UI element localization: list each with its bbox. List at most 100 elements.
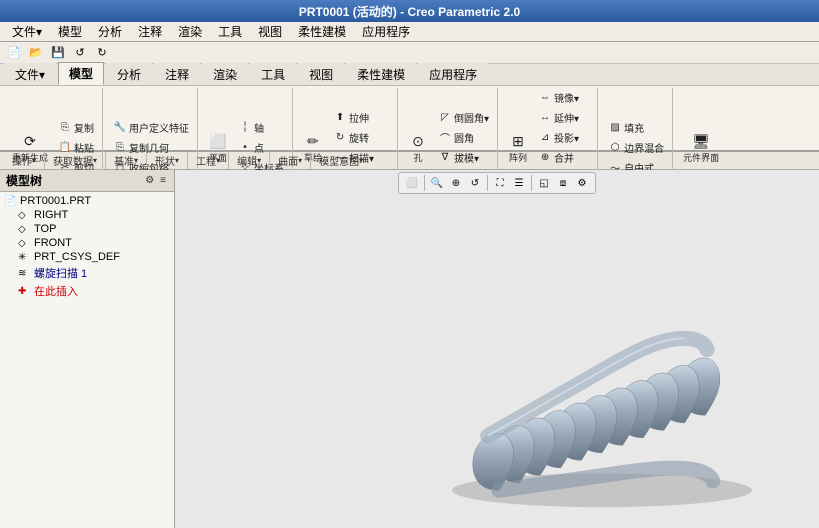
resize-button[interactable]: ↔ 延伸▾ [534, 108, 593, 127]
menu-item-[interactable]: 文件▾ [4, 21, 50, 42]
round-label: 圆角 [454, 130, 474, 145]
section-model-intent[interactable]: 模型意图 [311, 152, 371, 169]
revolve-label: 旋转 [349, 130, 369, 145]
tree-item-6[interactable]: ✚在此插入 [0, 282, 174, 300]
spring-svg [255, 189, 799, 528]
mirror-button[interactable]: ⇔ 镜像▾ [534, 88, 593, 107]
ribbon-tab-5[interactable]: 工具 [250, 63, 296, 85]
viewport[interactable]: ⬜ 🔍 ⊕ ↺ ⛶ ☰ ◱ ⧈ ⚙ [175, 170, 819, 528]
hole-label: 孔 [414, 151, 423, 164]
ribbon-tab-8[interactable]: 应用程序 [418, 63, 488, 85]
plane-icon: ⬜ [208, 131, 228, 151]
boundary-label: 边界混合 [624, 140, 664, 155]
pattern-button[interactable]: ⊞ 阵列 [504, 128, 532, 167]
mirror-label: 镜像▾ [554, 90, 579, 105]
qa-redo-icon[interactable]: ↻ [92, 44, 112, 62]
regenerate-icon: ⟳ [20, 131, 40, 151]
pattern-label: 阵列 [509, 151, 527, 164]
qa-undo-icon[interactable]: ↺ [70, 44, 90, 62]
revolve-icon: ↻ [333, 131, 347, 145]
title-bar: PRT0001 (活动的) - Creo Parametric 2.0 [0, 0, 819, 22]
tree-label-1: RIGHT [34, 209, 68, 221]
sidebar-header: 模型树 ⚙ ≡ [0, 170, 174, 192]
resize-label: 延伸▾ [554, 110, 579, 125]
ribbon-tabs: 文件▾模型分析注释渲染工具视图柔性建模应用程序 [0, 64, 819, 86]
menu-item-[interactable]: 渲染 [170, 21, 210, 42]
tree-label-0: PRT0001.PRT [20, 195, 91, 207]
ribbon-tab-4[interactable]: 渲染 [202, 63, 248, 85]
sidebar-menu-icon[interactable]: ≡ [158, 175, 168, 186]
user-defined-label: 用户定义特征 [129, 120, 189, 135]
ribbon-tab-6[interactable]: 视图 [298, 63, 344, 85]
section-shape[interactable]: 形状 [147, 152, 188, 169]
tree-label-3: FRONT [34, 237, 72, 249]
ribbon: 文件▾模型分析注释渲染工具视图柔性建模应用程序 ⟳ 重新生成 ⎘ 复制 📋 粘贴 [0, 64, 819, 152]
tree-item-1[interactable]: ◇RIGHT [0, 208, 174, 222]
project-icon: ⊿ [538, 131, 552, 145]
hole-button[interactable]: ⊙ 孔 [404, 128, 432, 167]
tree-icon-datum: ◇ [18, 224, 32, 235]
section-operations[interactable]: 操作 [4, 152, 45, 169]
section-datum[interactable]: 基准 [106, 152, 147, 169]
menu-item-[interactable]: 视图 [250, 21, 290, 42]
qa-new-icon[interactable]: 📄 [4, 44, 24, 62]
draft-button[interactable]: ∇ 拔模▾ [434, 148, 493, 167]
sidebar-title: 模型树 [6, 172, 42, 189]
section-surface[interactable]: 曲面 [270, 152, 311, 169]
model-view-button[interactable]: 🖥 元件界面 [679, 128, 723, 167]
user-defined-button[interactable]: 🔧 用户定义特征 [109, 118, 193, 137]
revolve-button[interactable]: ↻ 旋转 [329, 128, 393, 147]
menu-item-[interactable]: 分析 [90, 21, 130, 42]
tree-icon-datum: ◇ [18, 238, 32, 249]
sidebar-settings-icon[interactable]: ⚙ [143, 175, 156, 186]
tree-icon-datum: ◇ [18, 210, 32, 221]
copy-button[interactable]: ⎘ 复制 [54, 118, 98, 137]
chamfer-button[interactable]: ◸ 倒圆角▾ [434, 108, 493, 127]
ribbon-tab-7[interactable]: 柔性建模 [346, 63, 416, 85]
qa-save-icon[interactable]: 💾 [48, 44, 68, 62]
ribbon-tab-2[interactable]: 分析 [106, 63, 152, 85]
section-edit[interactable]: 编辑 [229, 152, 270, 169]
merge-button[interactable]: ⊕ 合并 [534, 148, 593, 167]
tree-label-5: 螺旋扫描 1 [34, 265, 87, 281]
menu-item-[interactable]: 应用程序 [354, 21, 418, 42]
tree-item-0[interactable]: 📄PRT0001.PRT [0, 194, 174, 208]
project-button[interactable]: ⊿ 投影▾ [534, 128, 593, 147]
model-view-label: 元件界面 [683, 151, 719, 164]
tree-item-3[interactable]: ◇FRONT [0, 236, 174, 250]
sidebar-toolbar: ⚙ ≡ [143, 175, 168, 186]
extrude-icon: ⬆ [333, 111, 347, 125]
extrude-button[interactable]: ⬆ 拉伸 [329, 108, 393, 127]
draft-label: 拔模▾ [454, 150, 479, 165]
boundary-button[interactable]: ⬡ 边界混合 [604, 138, 668, 157]
model-tree: 📄PRT0001.PRT◇RIGHT◇TOP◇FRONT✳PRT_CSYS_DE… [0, 192, 174, 528]
tree-item-4[interactable]: ✳PRT_CSYS_DEF [0, 250, 174, 264]
sidebar: 模型树 ⚙ ≡ 📄PRT0001.PRT◇RIGHT◇TOP◇FRONT✳PRT… [0, 170, 175, 528]
menu-item-[interactable]: 工具 [210, 21, 250, 42]
menu-item-[interactable]: 注释 [130, 21, 170, 42]
ribbon-tab-3[interactable]: 注释 [154, 63, 200, 85]
fill-icon: ▨ [608, 121, 622, 135]
ribbon-tab-1[interactable]: 模型 [58, 62, 104, 85]
ribbon-tab-0[interactable]: 文件▾ [4, 63, 56, 85]
section-engineering[interactable]: 工程 [188, 152, 229, 169]
menu-bar: 文件▾模型分析注释渲染工具视图柔性建模应用程序 [0, 22, 819, 42]
section-get-data[interactable]: 获取数据 [45, 152, 106, 169]
tree-icon-csys: ✳ [18, 252, 32, 263]
model-view-icon: 🖥 [691, 131, 711, 151]
menu-item-[interactable]: 模型 [50, 21, 90, 42]
extrude-label: 拉伸 [349, 110, 369, 125]
tree-item-2[interactable]: ◇TOP [0, 222, 174, 236]
tree-label-6: 在此插入 [34, 283, 78, 299]
axis-icon: ╎ [238, 121, 252, 135]
round-button[interactable]: ⌒ 圆角 [434, 128, 493, 147]
tree-item-5[interactable]: ≋螺旋扫描 1 [0, 264, 174, 282]
qa-open-icon[interactable]: 📂 [26, 44, 46, 62]
draft-icon: ∇ [438, 151, 452, 165]
project-label: 投影▾ [554, 130, 579, 145]
fill-label: 填充 [624, 120, 644, 135]
menu-item-[interactable]: 柔性建模 [290, 21, 354, 42]
fill-button[interactable]: ▨ 填充 [604, 118, 668, 137]
axis-button[interactable]: ╎ 轴 [234, 118, 288, 137]
user-defined-icon: 🔧 [113, 121, 127, 135]
